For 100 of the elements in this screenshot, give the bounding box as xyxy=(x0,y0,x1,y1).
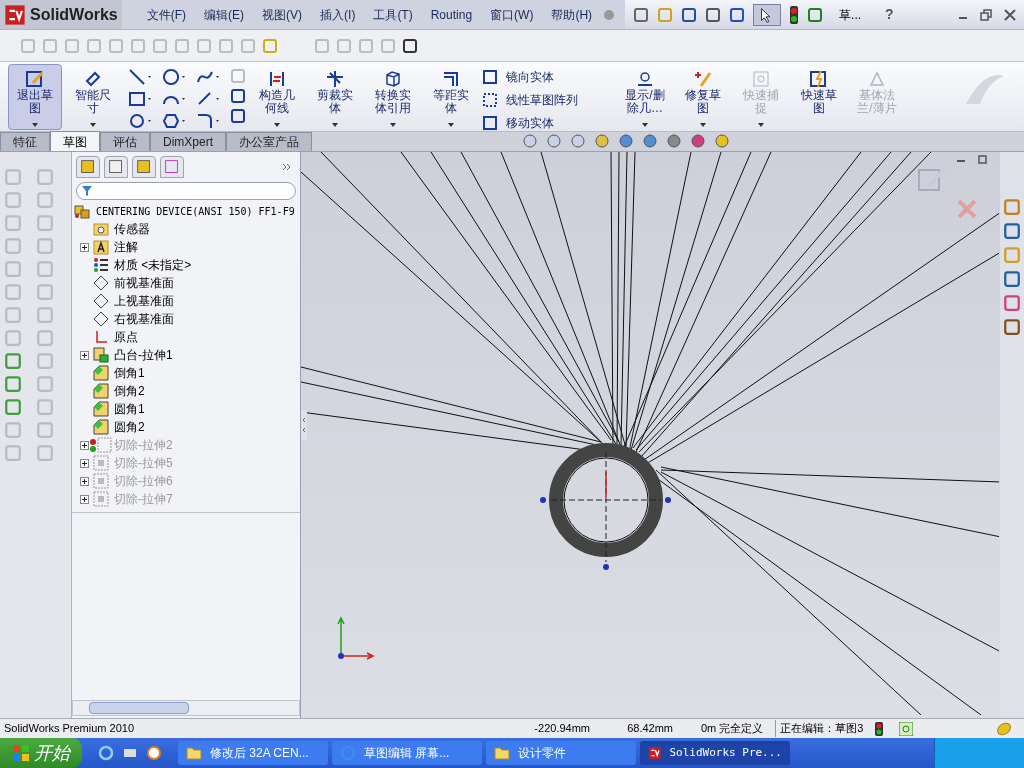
chamfer-icon xyxy=(93,401,109,417)
taskbar-task[interactable]: SolidWorks Pre... xyxy=(640,741,790,765)
tab[interactable]: DimXpert xyxy=(150,132,226,151)
expand-toggle[interactable] xyxy=(79,458,89,468)
tab[interactable]: 评估 xyxy=(100,132,150,151)
tree-item[interactable]: 材质 <未指定> xyxy=(114,256,192,274)
ribbon-button[interactable]: 智能尺寸 xyxy=(66,64,120,130)
extrude-icon xyxy=(93,347,109,363)
horizontal-scrollbar[interactable] xyxy=(72,700,300,716)
lightning-sketch-icon xyxy=(809,69,829,89)
menu-item[interactable]: 编辑(E) xyxy=(195,5,254,24)
folder-gauge-icon xyxy=(93,221,109,237)
expand-toggle[interactable] xyxy=(79,440,89,450)
pencil-plus-icon xyxy=(693,69,713,89)
filter-icon xyxy=(81,185,93,197)
sketch-tool-icon[interactable] xyxy=(128,112,154,130)
traffic-light-icon[interactable] xyxy=(789,5,800,24)
collapse-panel-handle[interactable] xyxy=(301,410,307,440)
caret-icon xyxy=(758,123,764,127)
ribbon-button[interactable]: 构造几何线 xyxy=(250,64,304,130)
caret-icon xyxy=(448,123,454,127)
expand-toggle[interactable] xyxy=(79,494,89,504)
taskbar-task[interactable]: 修改后 32A CEN... xyxy=(178,741,328,765)
clock-icon[interactable] xyxy=(146,745,162,761)
menu-item[interactable]: 文件(F) xyxy=(137,5,196,24)
tree-item[interactable]: 传感器 xyxy=(114,220,150,238)
tree-item[interactable]: 上视基准面 xyxy=(114,292,174,310)
expand-toggle[interactable] xyxy=(79,350,89,360)
sketch-tool-icon[interactable] xyxy=(162,112,188,130)
tab[interactable]: 特征 xyxy=(0,132,50,151)
taskbar-task[interactable]: 设计零件 xyxy=(486,741,636,765)
menu-item[interactable]: Routing xyxy=(421,5,482,24)
restore-icon[interactable] xyxy=(980,8,992,21)
sketch-tool-icon[interactable] xyxy=(196,112,222,130)
tree-item[interactable]: 前视基准面 xyxy=(114,274,174,292)
dimension-icon xyxy=(83,69,103,89)
plane-icon xyxy=(93,311,109,327)
tree-item[interactable]: 圆角2 xyxy=(114,418,145,436)
tree-root-label[interactable]: CENTERING DEVICE(ANSI 150) FF1-F9 xyxy=(96,203,295,219)
caret-icon xyxy=(90,123,96,127)
construction-line-icon xyxy=(267,69,287,89)
browser-icon[interactable] xyxy=(98,745,114,761)
traffic-light-icon[interactable] xyxy=(875,721,884,736)
help-button[interactable]: ? xyxy=(885,4,894,25)
menu-item[interactable]: 窗口(W) xyxy=(481,5,543,24)
menu-item[interactable]: 帮助(H) xyxy=(542,5,602,24)
start-button[interactable]: 开始 xyxy=(0,738,82,768)
ribbon-small-button[interactable]: 线性草图阵列 xyxy=(482,90,614,110)
expand-toggle[interactable] xyxy=(79,242,89,252)
caret-icon xyxy=(700,123,706,127)
cut-icon xyxy=(93,491,109,507)
windows-flag-icon xyxy=(12,744,30,762)
expand-panel-icon[interactable] xyxy=(282,163,292,171)
tab[interactable]: 草图 xyxy=(50,131,100,151)
menu-item[interactable]: 视图(V) xyxy=(253,5,312,24)
tree-item[interactable]: 倒角2 xyxy=(114,382,145,400)
app-name: SolidWorks xyxy=(30,4,118,25)
cut-icon xyxy=(93,455,109,471)
product-name: SolidWorks Premium 2010 xyxy=(3,721,135,737)
offset-icon xyxy=(441,69,461,89)
app-logo-icon xyxy=(4,3,26,26)
pencil-icon xyxy=(25,69,45,89)
tree-item[interactable]: 原点 xyxy=(114,328,138,346)
taskbar-task[interactable]: 草图编辑 屏幕... xyxy=(332,741,482,765)
ribbon-button[interactable]: 退出草图 xyxy=(8,64,62,130)
chamfer-icon xyxy=(93,419,109,435)
app-logo-icon xyxy=(648,745,662,761)
ribbon-button[interactable]: 显示/删除几… xyxy=(618,64,672,130)
tree-item[interactable]: 右视基准面 xyxy=(114,310,174,328)
sketch-tool-icon[interactable] xyxy=(162,68,188,86)
restore-icon[interactable] xyxy=(978,152,990,164)
chamfer-icon xyxy=(93,365,109,381)
sketch-tool-icon[interactable] xyxy=(128,68,154,86)
tab[interactable]: 办公室产品 xyxy=(226,132,312,151)
menu-item[interactable]: 插入(I) xyxy=(311,5,365,24)
tree-item[interactable]: 注解 xyxy=(114,238,138,256)
filter-field[interactable] xyxy=(76,182,296,200)
expand-toggle[interactable] xyxy=(79,476,89,486)
tag-icon[interactable] xyxy=(996,720,1012,737)
chamfer-icon xyxy=(93,383,109,399)
toolbar-overflow-label[interactable]: 草... xyxy=(839,5,862,24)
x-coordinate: -220.94mm xyxy=(533,721,590,737)
menu-item[interactable]: 工具(T) xyxy=(364,5,422,24)
ribbon-button[interactable]: 修复草图 xyxy=(676,64,730,130)
ribbon-button[interactable]: 等距实体 xyxy=(424,64,478,130)
caret-icon xyxy=(274,123,280,127)
caret-icon xyxy=(32,123,38,127)
sketch-tool-icon[interactable] xyxy=(128,90,154,108)
tree-item[interactable]: 倒角1 xyxy=(114,364,145,382)
material-list-icon xyxy=(93,257,109,273)
select-pointer-icon[interactable] xyxy=(753,3,782,26)
close-icon[interactable] xyxy=(1004,8,1016,21)
help-icon[interactable] xyxy=(899,721,914,736)
ribbon-button[interactable]: 转换实体引用 xyxy=(366,64,420,130)
tree-item[interactable]: 圆角1 xyxy=(114,400,145,418)
tree-item[interactable]: 凸台-拉伸1 xyxy=(114,346,173,364)
ribbon-small-button[interactable]: 镜向实体 xyxy=(482,67,614,87)
ribbon-button[interactable]: 剪裁实体 xyxy=(308,64,362,130)
ribbon-button[interactable]: 快速草图 xyxy=(792,64,846,130)
ribbon-small-button[interactable]: 移动实体 xyxy=(482,113,614,133)
